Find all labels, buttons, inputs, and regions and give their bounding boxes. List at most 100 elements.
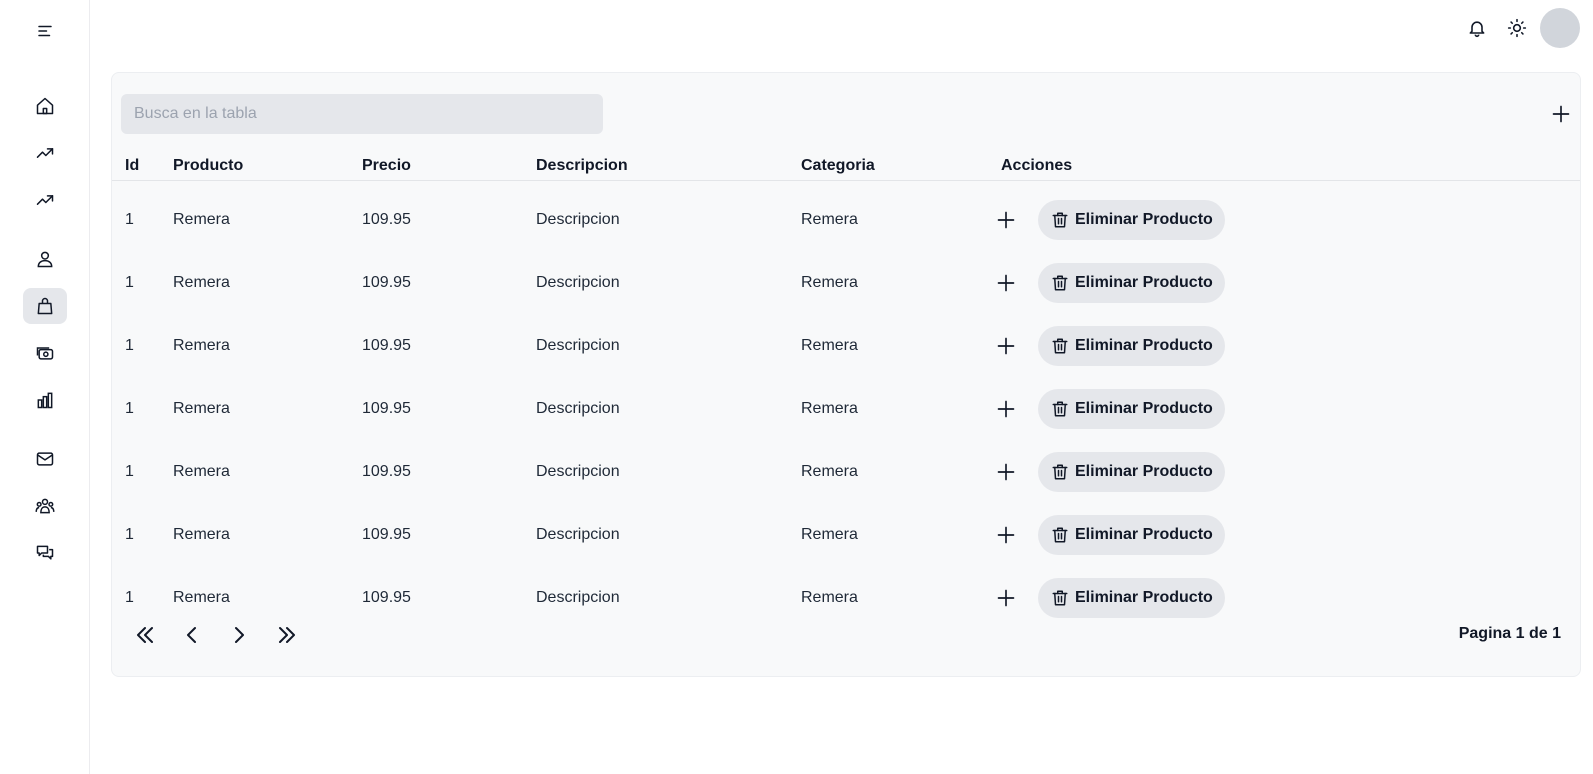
cell-producto: Remera	[173, 463, 230, 480]
cell-precio: 109.95	[362, 211, 411, 228]
plus-icon	[997, 526, 1015, 544]
previous-page-button[interactable]	[176, 619, 208, 651]
row-add-button[interactable]	[992, 515, 1020, 555]
cell-producto: Remera	[173, 526, 230, 543]
table-row: 1 Remera 109.95 Descripcion Remera Elimi…	[112, 566, 1580, 630]
sidebar-item-stats[interactable]	[23, 382, 67, 418]
avatar[interactable]	[1540, 8, 1580, 48]
cell-id: 1	[125, 337, 134, 354]
column-header-descripcion[interactable]: Descripcion	[536, 157, 628, 175]
cell-descripcion: Descripcion	[536, 337, 620, 354]
notifications-button[interactable]	[1463, 14, 1491, 42]
sidebar-item-mail[interactable]	[23, 441, 67, 477]
users-group-icon	[35, 498, 55, 514]
sidebar-item-user[interactable]	[23, 241, 67, 277]
cell-categoria: Remera	[801, 400, 858, 417]
delete-product-button[interactable]: Eliminar Producto	[1038, 452, 1225, 492]
sidebar-item-chat[interactable]	[23, 535, 67, 571]
first-page-icon	[137, 627, 153, 643]
cell-categoria: Remera	[801, 211, 858, 228]
mail-icon	[36, 452, 54, 466]
sidebar-item-cash[interactable]	[23, 335, 67, 371]
user-icon	[37, 251, 53, 268]
cash-icon	[36, 347, 54, 360]
delete-product-button[interactable]: Eliminar Producto	[1038, 263, 1225, 303]
cell-id: 1	[125, 211, 134, 228]
delete-product-label: Eliminar Producto	[1075, 211, 1213, 228]
trending-up-icon	[36, 195, 54, 205]
cell-categoria: Remera	[801, 463, 858, 480]
cell-categoria: Remera	[801, 589, 858, 606]
search-input[interactable]	[121, 94, 603, 134]
row-add-button[interactable]	[992, 263, 1020, 303]
column-header-id[interactable]: Id	[125, 157, 139, 175]
bell-icon	[1469, 21, 1485, 38]
sidebar-item-team[interactable]	[23, 488, 67, 524]
trash-icon	[1052, 527, 1068, 543]
sun-icon	[1507, 18, 1527, 38]
delete-product-label: Eliminar Producto	[1075, 274, 1213, 291]
cell-precio: 109.95	[362, 274, 411, 291]
cell-descripcion: Descripcion	[536, 274, 620, 291]
sidebar-item-trends[interactable]	[23, 135, 67, 171]
cell-producto: Remera	[173, 211, 230, 228]
last-page-button[interactable]	[271, 619, 303, 651]
delete-product-button[interactable]: Eliminar Producto	[1038, 326, 1225, 366]
cell-categoria: Remera	[801, 274, 858, 291]
delete-product-label: Eliminar Producto	[1075, 337, 1213, 354]
delete-product-label: Eliminar Producto	[1075, 526, 1213, 543]
table-row: 1 Remera 109.95 Descripcion Remera Elimi…	[112, 251, 1580, 315]
trash-icon	[1052, 212, 1068, 228]
cell-descripcion: Descripcion	[536, 589, 620, 606]
cell-precio: 109.95	[362, 526, 411, 543]
trash-icon	[1052, 590, 1068, 606]
delete-product-button[interactable]: Eliminar Producto	[1038, 515, 1225, 555]
cell-precio: 109.95	[362, 463, 411, 480]
chat-icon	[36, 545, 54, 560]
plus-icon	[1552, 105, 1570, 123]
column-header-precio[interactable]: Precio	[362, 157, 411, 175]
delete-product-button[interactable]: Eliminar Producto	[1038, 578, 1225, 618]
page-info: Pagina 1 de 1	[1458, 625, 1561, 642]
cell-descripcion: Descripcion	[536, 463, 620, 480]
trash-icon	[1052, 275, 1068, 291]
delete-product-button[interactable]: Eliminar Producto	[1038, 200, 1225, 240]
delete-product-label: Eliminar Producto	[1075, 400, 1213, 417]
cell-precio: 109.95	[362, 337, 411, 354]
table-row: 1 Remera 109.95 Descripcion Remera Elimi…	[112, 188, 1580, 252]
trash-icon	[1052, 464, 1068, 480]
previous-page-icon	[187, 627, 196, 643]
delete-product-button[interactable]: Eliminar Producto	[1038, 389, 1225, 429]
cell-producto: Remera	[173, 589, 230, 606]
cell-id: 1	[125, 589, 134, 606]
table-row: 1 Remera 109.95 Descripcion Remera Elimi…	[112, 377, 1580, 441]
menu-button[interactable]	[23, 13, 67, 49]
add-product-button[interactable]	[1547, 100, 1575, 128]
last-page-icon	[279, 627, 295, 643]
sidebar-item-trends-2[interactable]	[23, 182, 67, 218]
row-add-button[interactable]	[992, 200, 1020, 240]
cell-producto: Remera	[173, 337, 230, 354]
first-page-button[interactable]	[129, 619, 161, 651]
cell-id: 1	[125, 274, 134, 291]
cell-producto: Remera	[173, 274, 230, 291]
plus-icon	[997, 463, 1015, 481]
row-add-button[interactable]	[992, 326, 1020, 366]
column-header-categoria[interactable]: Categoria	[801, 157, 875, 175]
sidebar-item-products[interactable]	[23, 288, 67, 324]
cell-id: 1	[125, 526, 134, 543]
row-add-button[interactable]	[992, 578, 1020, 618]
home-icon	[36, 97, 54, 115]
column-header-producto[interactable]: Producto	[173, 157, 243, 175]
row-add-button[interactable]	[992, 452, 1020, 492]
theme-toggle-button[interactable]	[1503, 14, 1531, 42]
row-add-button[interactable]	[992, 389, 1020, 429]
bar-chart-icon	[37, 392, 53, 409]
table-header: Id Producto Precio Descripcion Categoria…	[112, 155, 1580, 181]
products-table-card: Id Producto Precio Descripcion Categoria…	[111, 72, 1581, 677]
trash-icon	[1052, 338, 1068, 354]
cell-precio: 109.95	[362, 400, 411, 417]
next-page-button[interactable]	[223, 619, 255, 651]
sidebar-item-home[interactable]	[23, 88, 67, 124]
shopping-bag-icon	[37, 297, 53, 315]
